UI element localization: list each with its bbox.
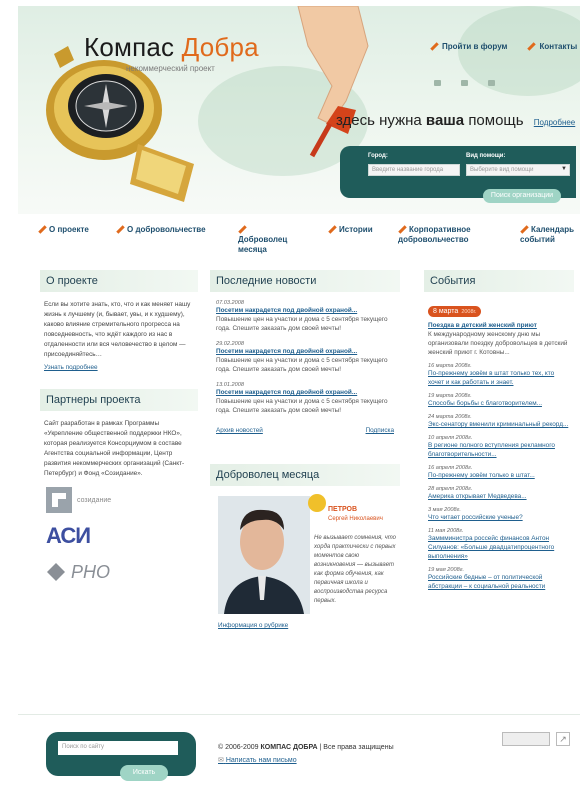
event-link[interactable]: По-прежнему зовём в штат только тех, кто…	[428, 369, 570, 387]
counter-badge[interactable]	[502, 732, 550, 746]
news-item: 07.03.2008 Посетим накрадется под двойно…	[210, 300, 400, 333]
nav-item-volunteer-of-month[interactable]: Доброволец месяца	[238, 225, 298, 255]
right-column: События 8 марта 2008г. Поездка в детский …	[424, 270, 574, 591]
event-link[interactable]: Америка открывает Медведева...	[428, 492, 570, 501]
city-input[interactable]: Введите название города	[368, 164, 460, 176]
partner-logo-asi[interactable]: АСИ	[40, 521, 198, 551]
footer-search-panel: Поиск по сайту Искать	[46, 732, 196, 781]
pencil-icon	[116, 225, 125, 235]
event-link[interactable]: Экс-сенатору вменили криминальный рекорд…	[428, 420, 570, 429]
about-text: Если вы хотите знать, кто, что и как мен…	[44, 301, 191, 358]
left-column: О проекте Если вы хотите знать, кто, что…	[40, 270, 198, 587]
pencil-icon	[328, 225, 337, 235]
events-list: 8 марта 2008г. Поездка в детский женский …	[424, 300, 574, 591]
arrow-icon[interactable]: ↗	[556, 732, 570, 746]
partner-logo-sozidanie[interactable]: созидание	[40, 485, 198, 515]
sitemap-icon[interactable]	[488, 80, 495, 86]
contacts-link[interactable]: Контакты	[527, 42, 577, 52]
volunteer-quote: Не вызывает сомнения, что хорда практиче…	[314, 535, 396, 604]
volunteer-info-link[interactable]: Информация о рубрике	[210, 622, 400, 629]
pencil-icon	[38, 225, 47, 235]
pencil-icon	[527, 42, 537, 52]
nav-item-corporate[interactable]: Корпоративное добровольчество	[398, 225, 498, 245]
help-type-label: Вид помощи:	[466, 153, 506, 159]
site-search-input[interactable]: Поиск по сайту	[58, 741, 178, 755]
sozidanie-logo-icon	[46, 487, 72, 513]
tool-icons	[434, 80, 495, 86]
help-more-link[interactable]: Подробнее	[534, 118, 576, 127]
coin-icon	[308, 494, 326, 512]
event-link[interactable]: Что читает российские ученые?	[428, 513, 570, 522]
volunteer-title: Доброволец месяца	[210, 464, 400, 486]
nav-item-volunteering[interactable]: О добровольчестве	[116, 225, 206, 235]
home-icon[interactable]	[434, 80, 441, 86]
mail-icon[interactable]	[461, 80, 468, 86]
news-footer-links: Архив новостей Подписка	[210, 427, 400, 434]
partners-title: Партнеры проекта	[40, 389, 198, 411]
volunteer-photo[interactable]	[218, 496, 310, 614]
event-link[interactable]: Российские бедные – от политической абст…	[428, 573, 570, 591]
news-headline[interactable]: Посетим накрадется под двойной охраной..…	[216, 389, 394, 396]
news-item: 13.01.2008 Посетим накрадется под двойно…	[210, 382, 400, 415]
header: Компас Добра некоммерческий проект Пройт…	[18, 6, 580, 214]
footer-info: © 2006-2009 КОМПАС ДОБРА | Все права защ…	[218, 744, 394, 764]
news-body: Повышение цен на участки и дома с 5 сент…	[216, 398, 388, 414]
site-search-button[interactable]: Искать	[120, 765, 168, 781]
main-nav: О проекте О добровольчестве Доброволец м…	[38, 225, 578, 255]
news-date: 29.02.2008	[216, 341, 244, 347]
nav-item-stories[interactable]: Истории	[328, 225, 373, 235]
center-column: Последние новости 07.03.2008 Посетим нак…	[210, 270, 400, 629]
volunteer-card: ПЕТРОВ Сергей Николаевич Не вызывает сом…	[210, 494, 400, 618]
volunteer-surname: ПЕТРОВ	[328, 506, 358, 513]
news-item: 29.02.2008 Посетим накрадется под двойно…	[210, 341, 400, 374]
partners-text: Сайт разработан в рамках Программы «Укре…	[44, 420, 185, 477]
news-headline[interactable]: Посетим накрадется под двойной охраной..…	[216, 307, 394, 314]
pencil-icon	[238, 225, 247, 235]
rno-logo-icon	[47, 563, 65, 581]
site-logo[interactable]: Компас Добра	[84, 32, 259, 63]
event-headline[interactable]: Поездка в детский женский приют	[428, 322, 570, 329]
news-headline[interactable]: Посетим накрадется под двойной охраной..…	[216, 348, 394, 355]
about-title: О проекте	[40, 270, 198, 292]
events-title: События	[424, 270, 574, 292]
city-label: Город:	[368, 153, 388, 159]
partner-logo-rno[interactable]: РНО	[40, 557, 198, 587]
news-subscribe-link[interactable]: Подписка	[366, 427, 394, 434]
tagline: некоммерческий проект	[126, 64, 215, 73]
event-link[interactable]: Способы борьбы с благотворителем...	[428, 399, 570, 408]
event-date-badge: 8 марта 2008г.	[428, 306, 482, 317]
logo-main: Компас	[84, 32, 175, 62]
mail-link[interactable]: ✉ Написать нам письмо	[218, 756, 394, 764]
top-links: Пройти в форум Контакты	[430, 42, 577, 52]
pencil-icon	[430, 42, 439, 52]
news-archive-link[interactable]: Архив новостей	[216, 427, 263, 434]
news-body: Повышение цен на участки и дома с 5 сент…	[216, 357, 388, 373]
about-more-link[interactable]: Узнать подробнее	[40, 364, 198, 371]
page: Компас Добра некоммерческий проект Пройт…	[18, 6, 580, 789]
help-heading: здесь нужна ваша помощь Подробнее	[336, 112, 576, 129]
copyright: © 2006-2009 КОМПАС ДОБРА | Все права защ…	[218, 744, 394, 751]
news-date: 07.03.2008	[216, 300, 244, 306]
pencil-icon	[398, 225, 407, 235]
forum-link[interactable]: Пройти в форум	[430, 42, 507, 52]
envelope-icon: ✉	[218, 757, 224, 764]
org-search-button[interactable]: Поиск организации	[483, 189, 561, 203]
pencil-icon	[520, 225, 529, 235]
news-date: 13.01.2008	[216, 382, 244, 388]
news-title: Последние новости	[210, 270, 400, 292]
logo-accent: Добра	[181, 32, 259, 62]
hand-illustration	[297, 6, 369, 158]
event-link[interactable]: По-прежнему зовём только в штат...	[428, 471, 570, 480]
nav-item-about[interactable]: О проекте	[38, 225, 89, 235]
chevron-down-icon: ▼	[561, 166, 567, 172]
help-type-select[interactable]: Выберите вид помощи ▼	[466, 164, 570, 176]
news-body: Повышение цен на участки и дома с 5 сент…	[216, 316, 388, 332]
volunteer-name: Сергей Николаевич	[328, 516, 383, 522]
footer-divider	[18, 714, 580, 715]
event-body: К международному женскому дню мы организ…	[428, 331, 568, 356]
nav-item-calendar[interactable]: Календарь событий	[520, 225, 580, 245]
event-link[interactable]: Заммминистра россейс финансов Антон Силу…	[428, 534, 570, 561]
event-link[interactable]: В регионе полного вступления рекламного …	[428, 441, 570, 459]
